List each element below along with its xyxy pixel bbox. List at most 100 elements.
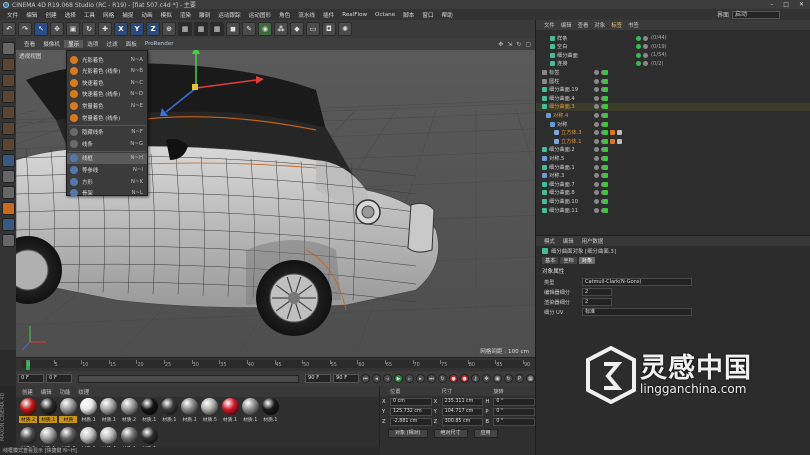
material-swatch[interactable]: 材质.5 — [201, 397, 219, 423]
display-mode-item[interactable]: 线条 N~G — [67, 138, 147, 149]
z-axis-button[interactable]: Z — [146, 22, 160, 36]
next-key-icon[interactable]: ▸ — [416, 374, 425, 383]
minimize-button[interactable]: – — [770, 1, 773, 8]
editor-visibility-dot[interactable] — [594, 198, 599, 204]
axis-mode-icon[interactable] — [1, 154, 15, 167]
object-row[interactable]: 对称.4 — [536, 111, 810, 119]
rotate-tool-icon[interactable]: ↻ — [82, 22, 96, 36]
object-manager-menu-item[interactable]: 文件 — [544, 21, 555, 29]
polygons-mode-icon[interactable] — [1, 138, 15, 151]
display-mode-item[interactable]: 等参线 N~I — [67, 164, 147, 175]
menu-item[interactable]: 插件 — [319, 11, 338, 19]
menu-item[interactable]: 帮助 — [438, 11, 457, 19]
scale-key-icon[interactable]: ▣ — [493, 374, 502, 383]
material-swatch[interactable]: 材质 — [59, 397, 78, 423]
menu-item[interactable]: 动画 — [137, 11, 156, 19]
object-manager-menu-item[interactable]: 查看 — [578, 21, 589, 29]
material-menu-item[interactable]: 创建 — [22, 388, 33, 396]
material-swatch[interactable]: 材质.2 — [120, 397, 138, 423]
editor-visibility-dot[interactable] — [594, 112, 599, 118]
subdivision-surface-icon[interactable]: ◉ — [258, 22, 272, 36]
object-row[interactable]: 细分曲面.4 — [536, 94, 810, 102]
recent-tools-icon[interactable]: ✚ — [98, 22, 112, 36]
rotation-key-icon[interactable]: ↻ — [504, 374, 513, 383]
object-row[interactable]: 细分曲面.1 — [536, 163, 810, 171]
visibility-flags[interactable] — [636, 61, 648, 67]
position-field[interactable]: 0 cm — [390, 397, 432, 406]
tag-icon[interactable] — [610, 138, 615, 144]
menu-item[interactable]: 模拟 — [157, 11, 176, 19]
array-icon[interactable]: ⁂ — [274, 22, 288, 36]
close-button[interactable]: ✕ — [799, 1, 804, 8]
enabled-check-icon[interactable] — [603, 155, 608, 161]
keyframe-selection-icon[interactable]: ⚷ — [471, 374, 480, 383]
object-manager-list[interactable]: 样条 (0/44) 空白 (0/19) 细分曲面 (1/54) 连接 (0/2) 标签 圆柱 细分曲… — [536, 30, 810, 240]
display-mode-item[interactable]: 快速着色 (线条) N~D — [67, 89, 147, 100]
move-view-icon[interactable]: ✥ — [498, 41, 503, 48]
model-mode-icon[interactable] — [1, 58, 15, 71]
layout-select[interactable]: 启动 — [732, 10, 780, 19]
object-manager-menu-item[interactable]: 标签 — [611, 21, 622, 29]
object-row[interactable]: 细分曲面.3 — [536, 102, 810, 111]
rotate-view-icon[interactable]: ↻ — [516, 41, 521, 48]
go-to-end-icon[interactable]: ⏭ — [427, 374, 436, 383]
play-icon[interactable]: ▶ — [394, 374, 403, 383]
menu-item[interactable]: 创建 — [41, 11, 60, 19]
object-row[interactable]: 立方体.3 — [536, 129, 810, 137]
editor-visibility-dot[interactable] — [636, 35, 641, 41]
enabled-check-icon[interactable] — [603, 147, 608, 153]
param-key-icon[interactable]: P — [515, 374, 524, 383]
viewport-menu-item[interactable]: ProRender — [141, 41, 178, 47]
editor-visibility-dot[interactable] — [594, 78, 599, 84]
material-swatch[interactable]: 材质.1 — [181, 397, 199, 423]
attribute-value[interactable]: 标准 — [582, 308, 692, 316]
attribute-value[interactable]: 2 — [582, 288, 612, 296]
display-mode-item[interactable]: 常量着色 (线条) — [67, 112, 147, 123]
pen-spline-icon[interactable]: ✎ — [242, 22, 256, 36]
camera-icon[interactable]: ◘ — [322, 22, 336, 36]
rotation-field[interactable]: 0 ° — [493, 407, 536, 416]
attribute-value[interactable]: Catmull-Clark(N-Gons) — [582, 278, 692, 286]
edges-mode-icon[interactable] — [1, 122, 15, 135]
viewport-menu-item[interactable]: 显示 — [64, 40, 84, 48]
prev-frame-icon[interactable]: ◃ — [383, 374, 392, 383]
material-swatch[interactable]: 材质.1 — [241, 397, 259, 423]
cube-primitive-icon[interactable]: ◼ — [226, 22, 240, 36]
enabled-check-icon[interactable] — [603, 207, 608, 213]
scale-tool-icon[interactable]: ▣ — [66, 22, 80, 36]
tag-icon[interactable] — [610, 130, 615, 136]
enabled-check-icon[interactable] — [603, 95, 608, 101]
display-mode-item[interactable]: 快速着色 N~C — [67, 77, 147, 88]
enabled-check-icon[interactable] — [603, 104, 608, 110]
attribute-menu-item[interactable]: 用户数据 — [582, 237, 604, 245]
object-row[interactable]: 细分曲面 (1/54) — [536, 51, 810, 59]
pla-key-icon[interactable]: ▦ — [526, 374, 535, 383]
move-tool-icon[interactable]: ✥ — [50, 22, 64, 36]
material-swatch[interactable]: 材质.1 — [80, 397, 98, 423]
attribute-menu-item[interactable]: 编辑 — [563, 237, 574, 245]
editor-visibility-dot[interactable] — [594, 190, 599, 196]
enabled-check-icon[interactable] — [603, 112, 608, 118]
coordinate-system-icon[interactable]: ⊕ — [162, 22, 176, 36]
menu-item[interactable]: 角色 — [275, 11, 294, 19]
render-visibility-dot[interactable] — [643, 44, 648, 50]
menu-item[interactable]: 渲染 — [176, 11, 195, 19]
preview-range-slider[interactable] — [78, 374, 299, 383]
editor-visibility-dot[interactable] — [594, 155, 599, 161]
object-row[interactable]: 细分曲面.8 — [536, 189, 810, 197]
start-frame-field[interactable]: 0 F — [46, 374, 72, 383]
display-mode-item[interactable]: 骨架 N~L — [67, 188, 147, 199]
editor-visibility-dot[interactable] — [594, 104, 599, 110]
position-field[interactable]: -2.881 cm — [390, 417, 432, 426]
light-icon[interactable]: ✺ — [338, 22, 352, 36]
enabled-check-icon[interactable] — [603, 181, 608, 187]
attribute-value[interactable]: 2 — [582, 298, 612, 306]
menu-item[interactable]: 编辑 — [22, 11, 41, 19]
editor-visibility-dot[interactable] — [594, 181, 599, 187]
solo-mode-icon[interactable] — [1, 234, 15, 247]
tweak-mode-icon[interactable] — [1, 170, 15, 183]
object-manager-menu-item[interactable]: 编辑 — [561, 21, 572, 29]
material-swatch[interactable]: 材质.1 — [261, 397, 279, 423]
next-frame-icon[interactable]: ▹ — [405, 374, 414, 383]
render-view-icon[interactable]: ▦ — [178, 22, 192, 36]
